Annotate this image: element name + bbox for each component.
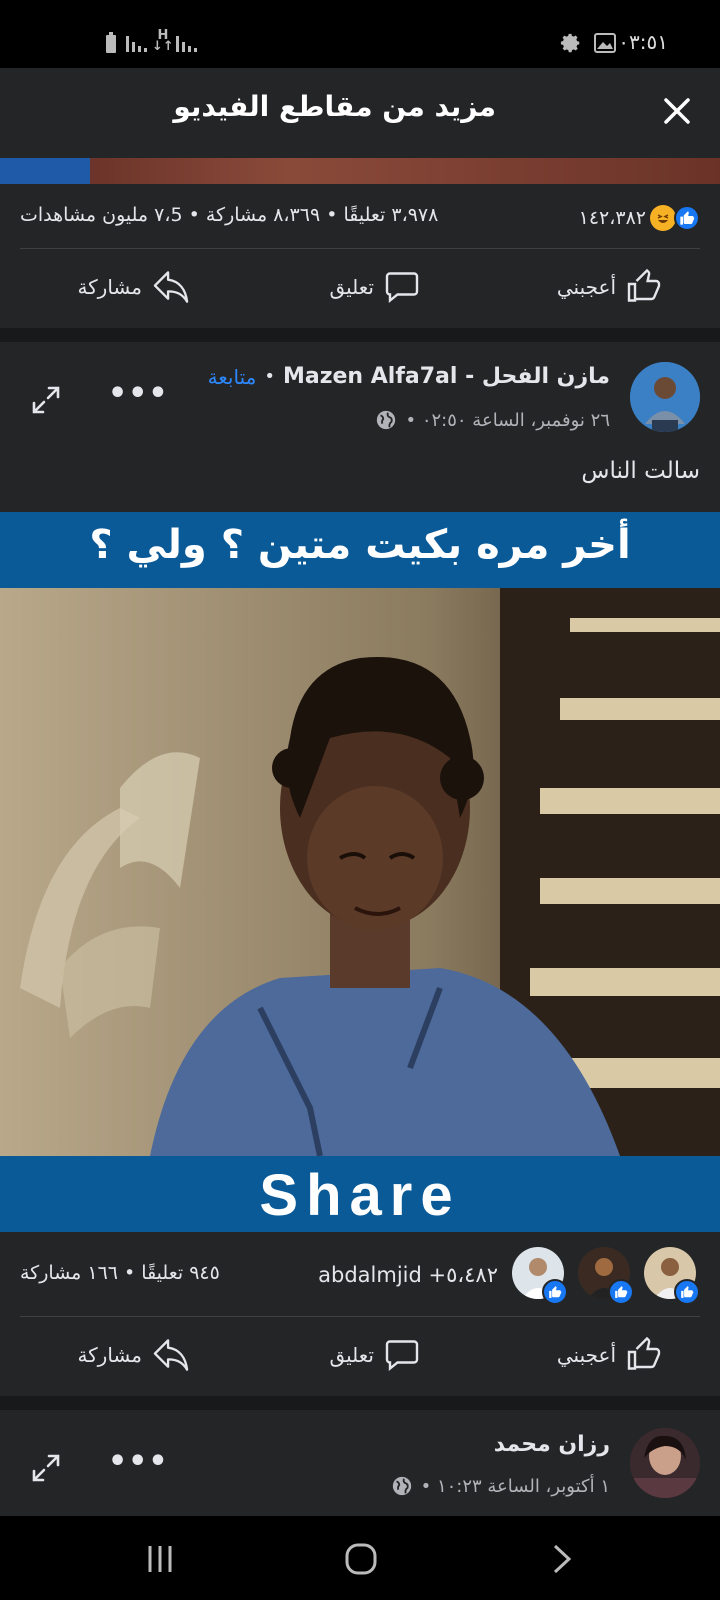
system-nav-bar bbox=[0, 1516, 720, 1600]
like-icon bbox=[627, 269, 661, 302]
home-button[interactable] bbox=[344, 1542, 378, 1580]
video-frame bbox=[0, 588, 720, 1156]
post-separator bbox=[0, 328, 720, 342]
reactor-avatar bbox=[640, 1247, 700, 1305]
haha-icon bbox=[650, 205, 676, 231]
author-name[interactable]: مازن الفحل - Mazen Alfa7al bbox=[283, 364, 610, 389]
like-reaction-icon bbox=[608, 1279, 634, 1305]
share-icon bbox=[153, 1339, 189, 1371]
like-label: أعجبني bbox=[556, 275, 616, 299]
comment-button[interactable]: تعليق bbox=[310, 1333, 420, 1377]
video-progress-track[interactable] bbox=[0, 158, 720, 184]
post-meta: ٢٦ نوفمبر، الساعة ٠٢:٥٠ • bbox=[375, 409, 610, 431]
close-icon bbox=[664, 98, 690, 124]
reactors-text: abdalmjid +٥،٤٨٢ bbox=[318, 1263, 498, 1287]
share-label: مشاركة bbox=[77, 275, 142, 299]
globe-icon bbox=[377, 410, 396, 430]
comment-icon bbox=[385, 272, 419, 303]
video-progress-fill bbox=[0, 158, 90, 184]
like-label: أعجبني bbox=[556, 1343, 616, 1367]
post-caption: سالت الناس bbox=[581, 458, 700, 484]
data-hplus-icon: H ↓↑ bbox=[152, 28, 174, 54]
post-separator bbox=[0, 1396, 720, 1410]
separator-dot: • bbox=[264, 366, 275, 387]
divider bbox=[20, 248, 700, 249]
back-button[interactable] bbox=[552, 1544, 572, 1578]
post-timestamp[interactable]: ٢٦ نوفمبر، الساعة ٠٢:٥٠ • bbox=[405, 410, 610, 431]
more-icon: ••• bbox=[108, 376, 169, 411]
comment-button[interactable]: تعليق bbox=[310, 265, 420, 309]
like-icon bbox=[627, 1337, 661, 1370]
video-top-banner: أخر مره بكيت متين ؟ ولي ؟ bbox=[0, 512, 720, 588]
battery-icon bbox=[104, 32, 118, 59]
video-player[interactable]: أخر مره بكيت متين ؟ ولي ؟ Share bbox=[0, 512, 720, 1232]
image-icon bbox=[594, 33, 616, 57]
comment-label: تعليق bbox=[329, 275, 374, 299]
like-reaction-icon bbox=[674, 205, 700, 231]
gear-icon bbox=[560, 32, 582, 58]
avatar[interactable] bbox=[630, 362, 700, 432]
video-top-caption: أخر مره بكيت متين ؟ ولي ؟ bbox=[89, 522, 631, 568]
reaction-summary[interactable]: ١٤٢،٣٨٢ bbox=[570, 203, 700, 233]
globe-icon bbox=[392, 1476, 411, 1496]
share-button[interactable]: مشاركة bbox=[70, 1333, 190, 1377]
expand-icon bbox=[32, 1454, 60, 1482]
like-button[interactable]: أعجبني bbox=[532, 265, 662, 309]
clock: ٠٣:٥١ bbox=[618, 30, 668, 54]
reactor-avatar bbox=[574, 1247, 634, 1305]
author-name[interactable]: رزان محمد bbox=[494, 1432, 610, 1457]
like-button[interactable]: أعجبني bbox=[532, 1333, 662, 1377]
expand-icon bbox=[32, 386, 60, 414]
reactions-count: ١٤٢،٣٨٢ bbox=[578, 207, 646, 229]
share-button[interactable]: مشاركة bbox=[70, 265, 190, 309]
comment-icon bbox=[385, 1340, 419, 1371]
reactors-summary[interactable]: abdalmjid +٥،٤٨٢ bbox=[316, 1247, 700, 1305]
header: مزيد من مقاطع الفيديو bbox=[0, 68, 720, 158]
divider bbox=[20, 1316, 700, 1317]
avatar[interactable] bbox=[630, 1428, 700, 1498]
signal-icon bbox=[176, 34, 198, 56]
home-icon bbox=[345, 1543, 377, 1575]
expand-button[interactable] bbox=[30, 1452, 62, 1484]
like-reaction-icon bbox=[542, 1279, 568, 1305]
share-icon bbox=[153, 271, 189, 303]
post-timestamp[interactable]: ١ أكتوبر، الساعة ١٠:٢٣ • bbox=[421, 1476, 610, 1497]
recent-apps-button[interactable] bbox=[144, 1544, 176, 1578]
post-stats[interactable]: ٣،٩٧٨ تعليقًا • ٨،٣٦٩ مشاركة • ٧،5 مليون… bbox=[20, 204, 480, 226]
follow-button[interactable]: متابعة bbox=[208, 365, 257, 389]
like-reaction-icon bbox=[674, 1279, 700, 1305]
more-icon: ••• bbox=[108, 1444, 169, 1479]
signal-icon bbox=[126, 34, 148, 56]
more-options-button[interactable]: ••• bbox=[108, 1444, 168, 1484]
page-title: مزيد من مقاطع الفيديو bbox=[173, 90, 496, 123]
video-bottom-caption: Share bbox=[259, 1163, 461, 1228]
comment-label: تعليق bbox=[329, 1343, 374, 1367]
post-meta: ١ أكتوبر، الساعة ١٠:٢٣ • bbox=[391, 1475, 610, 1497]
reactor-avatar bbox=[508, 1247, 568, 1305]
post-author-line: مازن الفحل - Mazen Alfa7al • متابعة bbox=[208, 364, 610, 389]
more-options-button[interactable]: ••• bbox=[108, 376, 168, 416]
recent-apps-icon bbox=[148, 1546, 172, 1572]
chevron-right-icon bbox=[553, 1544, 572, 1574]
close-button[interactable] bbox=[662, 96, 692, 126]
status-bar: H ↓↑ ٠٣:٥١ bbox=[0, 0, 720, 68]
expand-button[interactable] bbox=[30, 384, 62, 416]
share-label: مشاركة bbox=[77, 1343, 142, 1367]
post-stats[interactable]: ٩٤٥ تعليقًا • ١٦٦ مشاركة bbox=[20, 1262, 260, 1284]
video-bottom-banner: Share bbox=[0, 1156, 720, 1232]
